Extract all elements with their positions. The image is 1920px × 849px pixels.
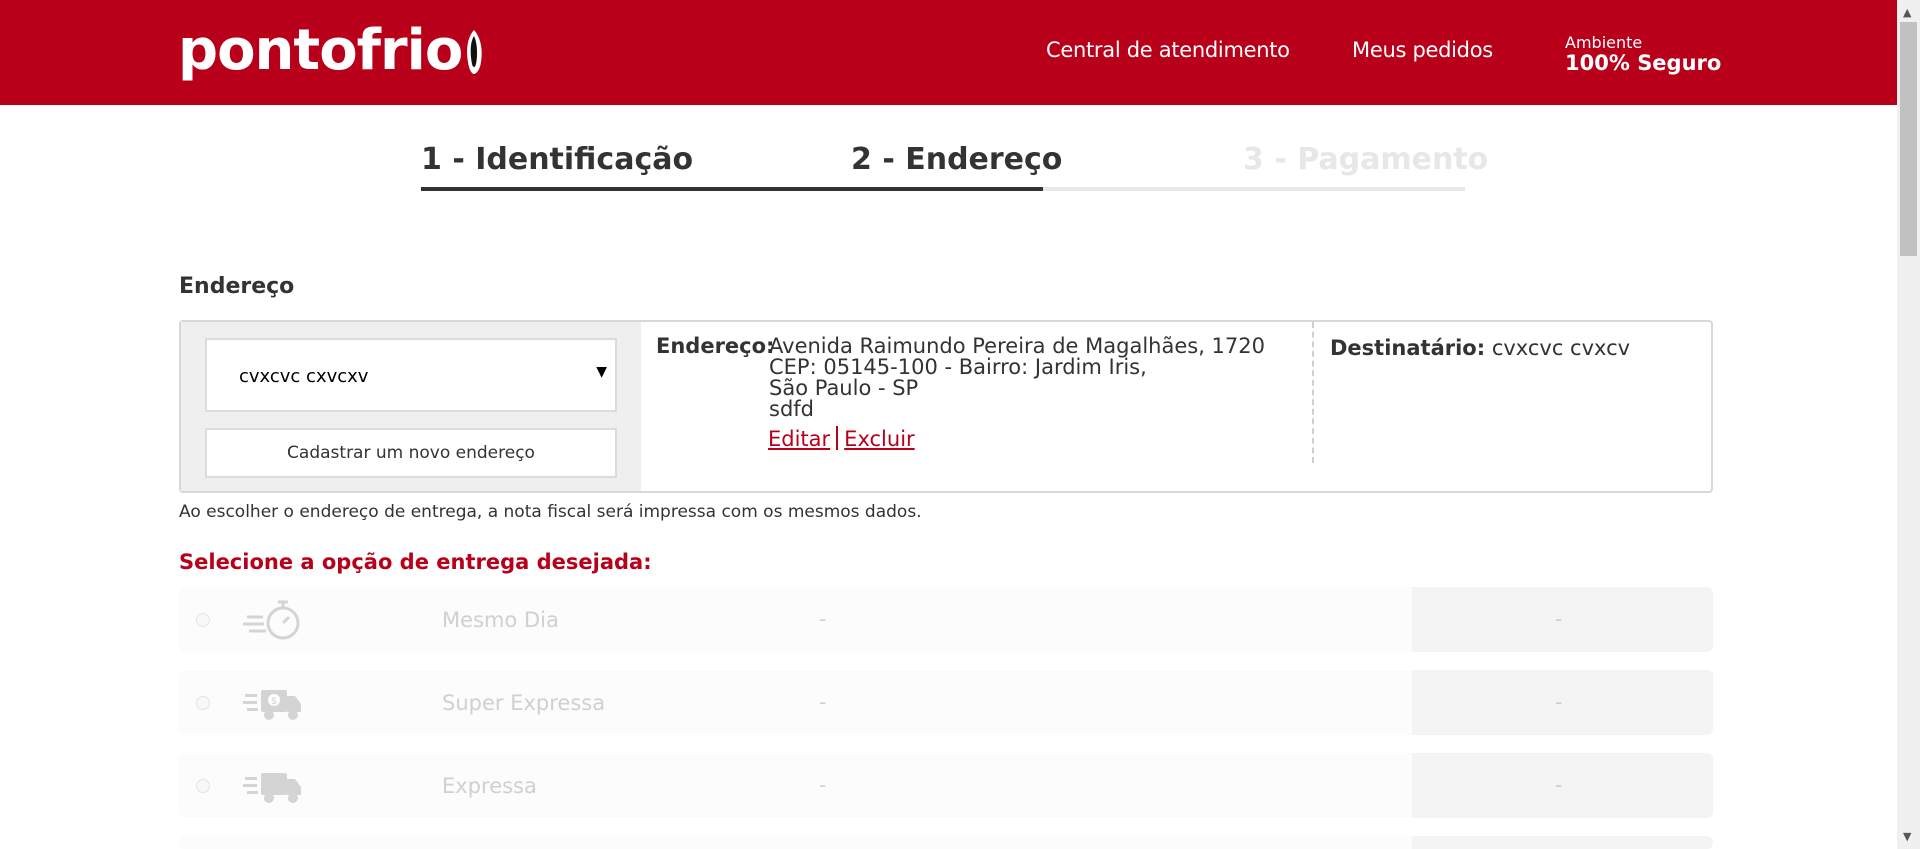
shipping-option-super-express[interactable]: $ Super Expressa - - — [179, 670, 1713, 735]
shipping-price-cell — [1412, 587, 1713, 652]
shipping-radio[interactable] — [196, 779, 210, 793]
pontofrio-logo[interactable]: pontofrio — [178, 14, 484, 86]
svg-text:$: $ — [271, 696, 277, 707]
vertical-scrollbar[interactable]: ▲ ▼ — [1897, 0, 1920, 849]
address-line-complement: sdfd — [769, 397, 814, 421]
shipping-option-price: - — [1555, 607, 1563, 631]
secure-line-2: 100% Seguro — [1565, 51, 1722, 75]
address-select[interactable]: cvxcvc cxvcxv ▼ — [205, 338, 617, 412]
delete-address-link[interactable]: Excluir — [844, 427, 915, 451]
address-box: cvxcvc cxvcxv ▼ Cadastrar um novo endere… — [179, 320, 1713, 493]
dashed-divider — [1312, 322, 1314, 463]
checkout-progress-fill — [421, 187, 1043, 191]
shipping-radio[interactable] — [196, 696, 210, 710]
recipient-name: cvxcvc cvxcv — [1491, 336, 1631, 360]
shipping-price-cell — [1412, 753, 1713, 818]
penguin-icon — [467, 30, 483, 74]
money-truck-icon: $ — [243, 690, 301, 720]
shipping-radio[interactable] — [196, 613, 210, 627]
secure-line-1: Ambiente — [1565, 33, 1643, 52]
shipping-option-same-day[interactable]: Mesmo Dia - - — [179, 587, 1713, 652]
shipping-option-name: Mesmo Dia — [442, 608, 559, 632]
secure-environment-badge: Ambiente 100% Seguro — [1565, 33, 1722, 75]
address-label: Endereço: — [656, 334, 775, 358]
step-payment: 3 - Pagamento — [1243, 142, 1489, 177]
scrollbar-thumb[interactable] — [1900, 22, 1917, 256]
shipping-option-detail: - — [819, 690, 827, 714]
shipping-option-detail: - — [819, 773, 827, 797]
shipping-option-express[interactable]: Expressa - - — [179, 753, 1713, 818]
selected-address-value: cvxcvc cxvcxv — [239, 366, 369, 387]
recipient-info: Destinatário: cvxcvc cvxcv — [1330, 336, 1630, 360]
edit-address-link[interactable]: Editar — [768, 427, 830, 451]
shipping-option-detail: - — [819, 607, 827, 631]
invoice-note: Ao escolher o endereço de entrega, a not… — [179, 502, 922, 522]
step-identification: 1 - Identificação — [421, 142, 694, 177]
my-orders-link[interactable]: Meus pedidos — [1352, 38, 1493, 62]
dropdown-arrow-icon: ▼ — [596, 364, 607, 380]
address-line-cep: CEP: 05145-100 - Bairro: Jardim Iris, — [769, 355, 1147, 379]
shipping-price-cell — [1412, 670, 1713, 735]
new-address-button[interactable]: Cadastrar um novo endereço — [205, 428, 617, 478]
fast-truck-icon — [243, 773, 301, 803]
shipping-option-price: - — [1555, 690, 1563, 714]
logo-text: pontofrio — [178, 17, 463, 83]
recipient-label: Destinatário: — [1330, 336, 1486, 360]
address-section-title: Endereço — [179, 274, 295, 299]
address-line-city: São Paulo - SP — [769, 376, 919, 400]
shipping-option-partial[interactable] — [179, 836, 1713, 849]
address-details: Endereço: Avenida Raimundo Pereira de Ma… — [656, 334, 1265, 420]
shipping-section-title: Selecione a opção de entrega desejada: — [179, 550, 652, 574]
shipping-option-name: Expressa — [442, 774, 537, 798]
link-separator — [836, 426, 839, 450]
scroll-down-arrow-icon[interactable]: ▼ — [1903, 830, 1911, 843]
address-selector-panel: cvxcvc cxvcxv ▼ Cadastrar um novo endere… — [181, 322, 641, 491]
shipping-price-cell — [1412, 836, 1713, 849]
customer-service-link[interactable]: Central de atendimento — [1046, 38, 1290, 62]
shipping-option-price: - — [1555, 773, 1563, 797]
scroll-up-arrow-icon[interactable]: ▲ — [1903, 6, 1911, 19]
address-lines: Avenida Raimundo Pereira de Magalhães, 1… — [769, 336, 1265, 420]
site-header: pontofrio Central de atendimento Meus pe… — [0, 0, 1897, 105]
stopwatch-icon — [243, 600, 300, 640]
address-line-street: Avenida Raimundo Pereira de Magalhães, 1… — [769, 334, 1265, 358]
shipping-option-name: Super Expressa — [442, 691, 606, 715]
step-address: 2 - Endereço — [851, 142, 1063, 177]
address-actions: Editar Excluir — [768, 426, 915, 451]
